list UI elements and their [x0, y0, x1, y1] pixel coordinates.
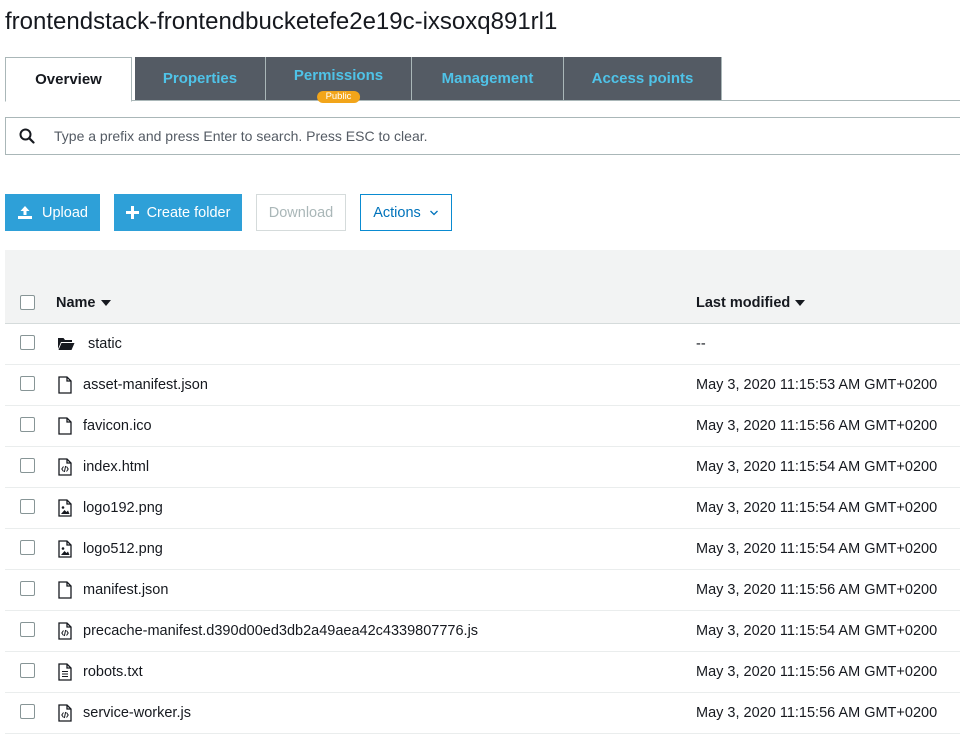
table-row[interactable]: favicon.ico May 3, 2020 11:15:56 AM GMT+…: [5, 406, 960, 447]
row-checkbox[interactable]: [20, 581, 35, 596]
image-file-icon: [58, 499, 72, 517]
table-row[interactable]: static --: [5, 324, 960, 365]
file-name-link[interactable]: service-worker.js: [83, 705, 191, 721]
tab-management[interactable]: Management: [412, 57, 564, 100]
row-checkbox[interactable]: [20, 540, 35, 555]
tab-permissions-label: Permissions: [293, 67, 384, 84]
row-checkbox[interactable]: [20, 458, 35, 473]
file-icon: [58, 417, 72, 435]
upload-label: Upload: [42, 204, 88, 221]
tab-bar: Overview Properties Permissions Public M…: [5, 57, 960, 103]
actions-label: Actions: [373, 204, 421, 221]
file-name-link[interactable]: favicon.ico: [83, 418, 152, 434]
last-modified-cell: May 3, 2020 11:15:53 AM GMT+0200: [696, 377, 938, 393]
file-name-link[interactable]: logo512.png: [83, 541, 163, 557]
objects-table: Name Last modified static -- asset-manif…: [5, 284, 960, 734]
last-modified-cell: May 3, 2020 11:15:56 AM GMT+0200: [696, 664, 938, 680]
public-badge: Public: [316, 91, 361, 103]
last-modified-header-label: Last modified: [696, 295, 791, 311]
search-bar: [5, 117, 960, 155]
name-header-label: Name: [56, 295, 96, 311]
tab-access-points[interactable]: Access points: [564, 57, 722, 100]
upload-icon: [18, 206, 33, 219]
table-row[interactable]: logo512.png May 3, 2020 11:15:54 AM GMT+…: [5, 529, 960, 570]
file-name-link[interactable]: logo192.png: [83, 500, 163, 516]
select-all-checkbox[interactable]: [20, 295, 35, 310]
tab-overview[interactable]: Overview: [5, 57, 132, 102]
file-name-link[interactable]: manifest.json: [83, 582, 168, 598]
row-checkbox[interactable]: [20, 663, 35, 678]
name-column-header[interactable]: Name: [56, 295, 111, 311]
last-modified-column-header[interactable]: Last modified: [696, 295, 806, 311]
download-label: Download: [268, 204, 334, 221]
tab-access-points-label: Access points: [591, 70, 694, 87]
table-row[interactable]: service-worker.js May 3, 2020 11:15:56 A…: [5, 693, 960, 734]
code-file-icon: [58, 458, 72, 476]
last-modified-cell: May 3, 2020 11:15:56 AM GMT+0200: [696, 418, 938, 434]
table-top-band: [5, 250, 960, 284]
tab-management-label: Management: [441, 70, 534, 87]
row-checkbox[interactable]: [20, 704, 35, 719]
plus-icon: [125, 206, 139, 219]
tab-permissions[interactable]: Permissions Public: [266, 57, 412, 103]
table-row[interactable]: manifest.json May 3, 2020 11:15:56 AM GM…: [5, 570, 960, 611]
code-file-icon: [58, 704, 72, 722]
table-row[interactable]: precache-manifest.d390d00ed3db2a49aea42c…: [5, 611, 960, 652]
folder-icon: [58, 338, 75, 350]
create-folder-button[interactable]: Create folder: [114, 194, 242, 231]
tab-properties-label: Properties: [162, 70, 238, 87]
file-name-link[interactable]: static: [88, 336, 122, 352]
chevron-down-icon: [429, 210, 438, 215]
sort-caret-icon: [795, 300, 806, 306]
file-icon: [58, 376, 72, 394]
last-modified-cell: May 3, 2020 11:15:54 AM GMT+0200: [696, 623, 938, 639]
file-name-link[interactable]: asset-manifest.json: [83, 377, 208, 393]
table-header-row: Name Last modified: [5, 284, 960, 324]
bucket-title: frontendstack-frontendbucketefe2e19c-ixs…: [5, 8, 558, 35]
image-file-icon: [58, 540, 72, 558]
row-checkbox[interactable]: [20, 335, 35, 350]
text-file-icon: [58, 663, 72, 681]
last-modified-cell: --: [696, 336, 706, 352]
file-name-link[interactable]: robots.txt: [83, 664, 143, 680]
upload-button[interactable]: Upload: [5, 194, 100, 231]
last-modified-cell: May 3, 2020 11:15:54 AM GMT+0200: [696, 500, 938, 516]
create-folder-label: Create folder: [146, 204, 231, 221]
actions-dropdown[interactable]: Actions: [360, 194, 452, 231]
last-modified-cell: May 3, 2020 11:15:56 AM GMT+0200: [696, 705, 938, 721]
file-name-link[interactable]: index.html: [83, 459, 149, 475]
table-row[interactable]: logo192.png May 3, 2020 11:15:54 AM GMT+…: [5, 488, 960, 529]
search-icon: [19, 128, 35, 144]
row-checkbox[interactable]: [20, 417, 35, 432]
tab-properties[interactable]: Properties: [135, 57, 266, 100]
file-icon: [58, 581, 72, 599]
last-modified-cell: May 3, 2020 11:15:54 AM GMT+0200: [696, 459, 938, 475]
search-input[interactable]: [52, 127, 906, 145]
sort-caret-icon: [100, 300, 111, 306]
row-checkbox[interactable]: [20, 376, 35, 391]
tab-bar-divider: [5, 100, 960, 101]
download-button[interactable]: Download: [256, 194, 346, 231]
last-modified-cell: May 3, 2020 11:15:54 AM GMT+0200: [696, 541, 938, 557]
table-row[interactable]: asset-manifest.json May 3, 2020 11:15:53…: [5, 365, 960, 406]
code-file-icon: [58, 622, 72, 640]
row-checkbox[interactable]: [20, 499, 35, 514]
table-row[interactable]: robots.txt May 3, 2020 11:15:56 AM GMT+0…: [5, 652, 960, 693]
table-row[interactable]: index.html May 3, 2020 11:15:54 AM GMT+0…: [5, 447, 960, 488]
file-name-link[interactable]: precache-manifest.d390d00ed3db2a49aea42c…: [83, 623, 478, 639]
tab-overview-label: Overview: [35, 71, 102, 88]
row-checkbox[interactable]: [20, 622, 35, 637]
last-modified-cell: May 3, 2020 11:15:56 AM GMT+0200: [696, 582, 938, 598]
